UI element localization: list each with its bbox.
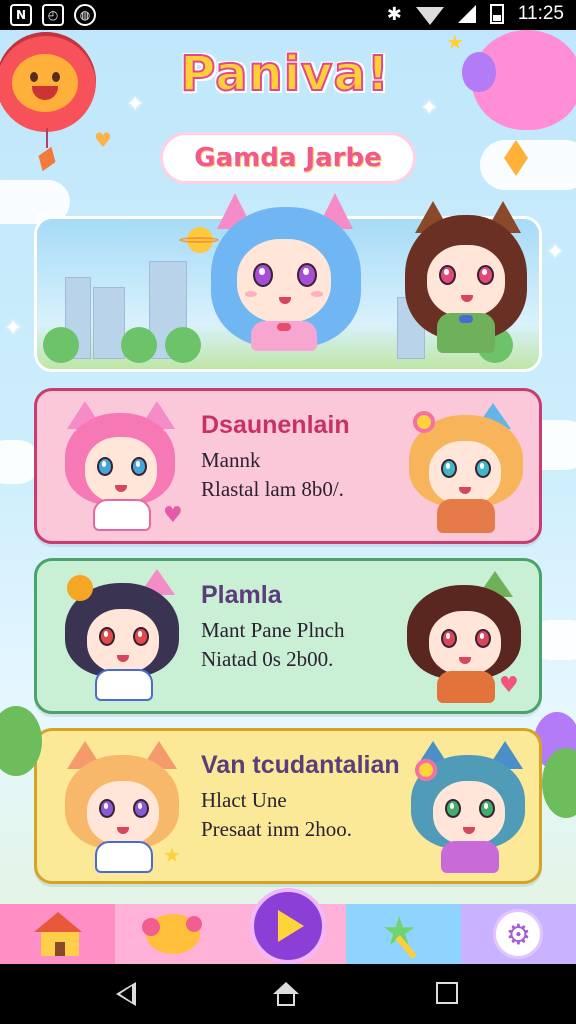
nav-settings[interactable]: ⚙	[460, 904, 576, 964]
level-detail: Rlastal lam 8b0/.	[201, 477, 344, 501]
level-name: Van tcudantalian	[201, 751, 400, 779]
smiley-balloon	[0, 32, 96, 132]
signal-icon	[457, 5, 476, 23]
play-icon	[278, 910, 304, 942]
nav-magic[interactable]: ★	[345, 904, 461, 964]
magic-wand-icon: ★	[381, 912, 425, 959]
nfc-icon: N	[10, 4, 32, 26]
tree	[165, 327, 201, 363]
app-notification-icon: ◴	[42, 4, 64, 26]
tree	[121, 327, 157, 363]
level-detail: Hlact Une	[201, 788, 287, 812]
building	[93, 287, 125, 359]
status-bar: N ◴ ◍ ✱ 11:25	[0, 0, 576, 30]
level-name: Dsaunenlain	[201, 411, 350, 439]
character-blue-hair	[205, 193, 365, 373]
hero-banner	[34, 193, 542, 372]
heart-icon: ♥	[163, 503, 183, 528]
game-subtitle: Gamda Jarbe	[160, 132, 416, 184]
tree	[43, 327, 79, 363]
level-detail: Mannk	[201, 448, 261, 472]
level-card-3[interactable]: Van tcudantalian Hlact Une Presaat inm 2…	[34, 728, 542, 884]
nav-home[interactable]	[0, 904, 116, 964]
bottom-nav: ★ ⚙	[0, 888, 576, 964]
level-detail: Niatad 0s 2b00.	[201, 647, 334, 671]
home-icon[interactable]	[273, 982, 299, 1006]
level-card-2[interactable]: Plamla Mant Pane Plnch Niatad 0s 2b00. ♥	[34, 558, 542, 714]
level-detail: Presaat inm 2hoo.	[201, 817, 353, 841]
kite-icon	[34, 144, 60, 175]
battery-icon	[489, 4, 504, 24]
level-name: Plamla	[201, 581, 282, 609]
cloud	[480, 140, 576, 190]
pet-icon	[141, 914, 202, 954]
nav-pets[interactable]	[115, 904, 231, 964]
flower-icon	[413, 411, 435, 433]
play-button[interactable]	[250, 888, 326, 964]
game-title: Paniva!	[179, 45, 390, 103]
bluetooth-icon: ✱	[386, 3, 402, 25]
star-icon: ★	[446, 30, 464, 54]
flower-icon	[415, 759, 437, 781]
system-nav-bar	[0, 964, 576, 1024]
hair-bun	[67, 575, 93, 601]
nav-play[interactable]	[230, 888, 346, 964]
level-card-1[interactable]: Dsaunenlain Mannk Rlastal lam 8b0/. ♥	[34, 388, 542, 544]
balloon-string	[46, 128, 48, 148]
back-icon[interactable]	[116, 982, 136, 1006]
status-time: 11:25	[517, 3, 564, 24]
house-icon	[33, 912, 82, 956]
star-icon: ♥	[94, 128, 112, 152]
recent-apps-icon[interactable]	[436, 982, 458, 1004]
settings-icon: ⚙	[493, 909, 544, 959]
level-detail: Mant Pane Plnch	[201, 618, 345, 642]
heart-icon: ♥	[499, 673, 519, 698]
character-brown-hair	[401, 201, 531, 371]
balloon	[462, 52, 496, 92]
star-icon: ★	[163, 843, 181, 867]
wifi-icon	[415, 7, 444, 25]
sparkle-icon: ✦	[4, 316, 23, 341]
security-icon: ◍	[74, 4, 96, 26]
sparkle-icon: ✦	[546, 240, 565, 265]
